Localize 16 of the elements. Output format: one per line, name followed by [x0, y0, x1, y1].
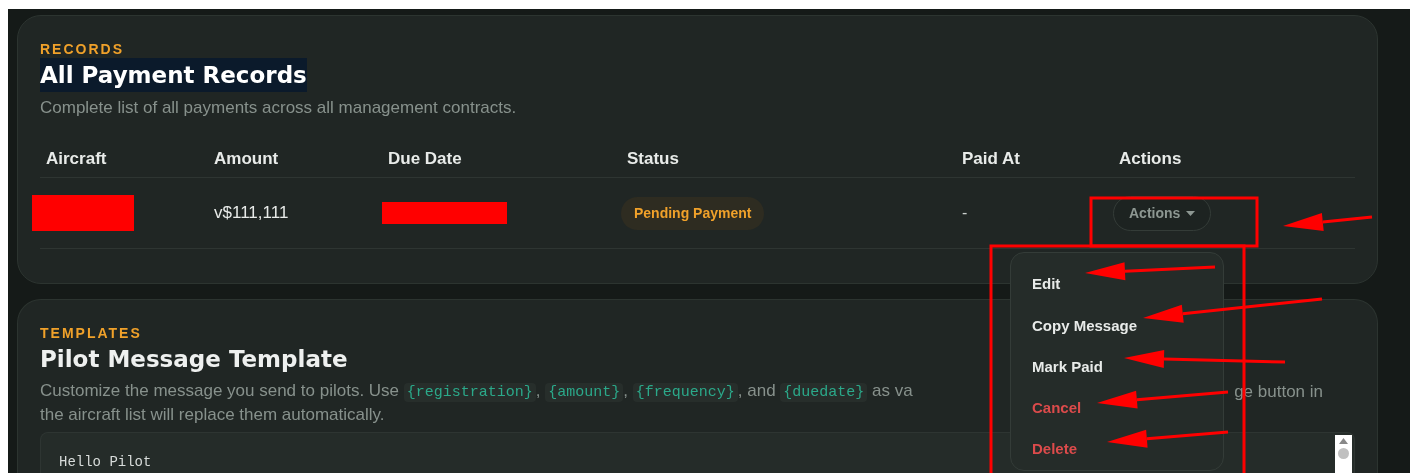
section-title: All Payment Records [40, 58, 307, 92]
column-header: Aircraft [46, 148, 107, 168]
column-header: Status [627, 148, 679, 168]
column-header: Amount [214, 148, 279, 168]
section-description: Customize the message you send to pilots. Use {registration} , {amount} , {frequency} , and {duedate} as va [40, 380, 913, 404]
section-description: the aircraft list will replace them automatically. [40, 404, 385, 426]
section-title: Pilot Message Template [40, 345, 348, 374]
amount-cell: v$111,111 [214, 203, 289, 223]
column-header: Paid At [962, 148, 1020, 168]
section-eyebrow: TEMPLATES [40, 324, 142, 342]
paid-at-cell: - [962, 204, 968, 221]
column-header: Actions [1119, 148, 1182, 168]
section-description: Complete list of all payments across all management contracts. [40, 97, 517, 119]
section-eyebrow: RECORDS [40, 40, 124, 58]
column-header: Due Date [388, 148, 462, 168]
status-badge: Pending Payment [621, 196, 765, 230]
